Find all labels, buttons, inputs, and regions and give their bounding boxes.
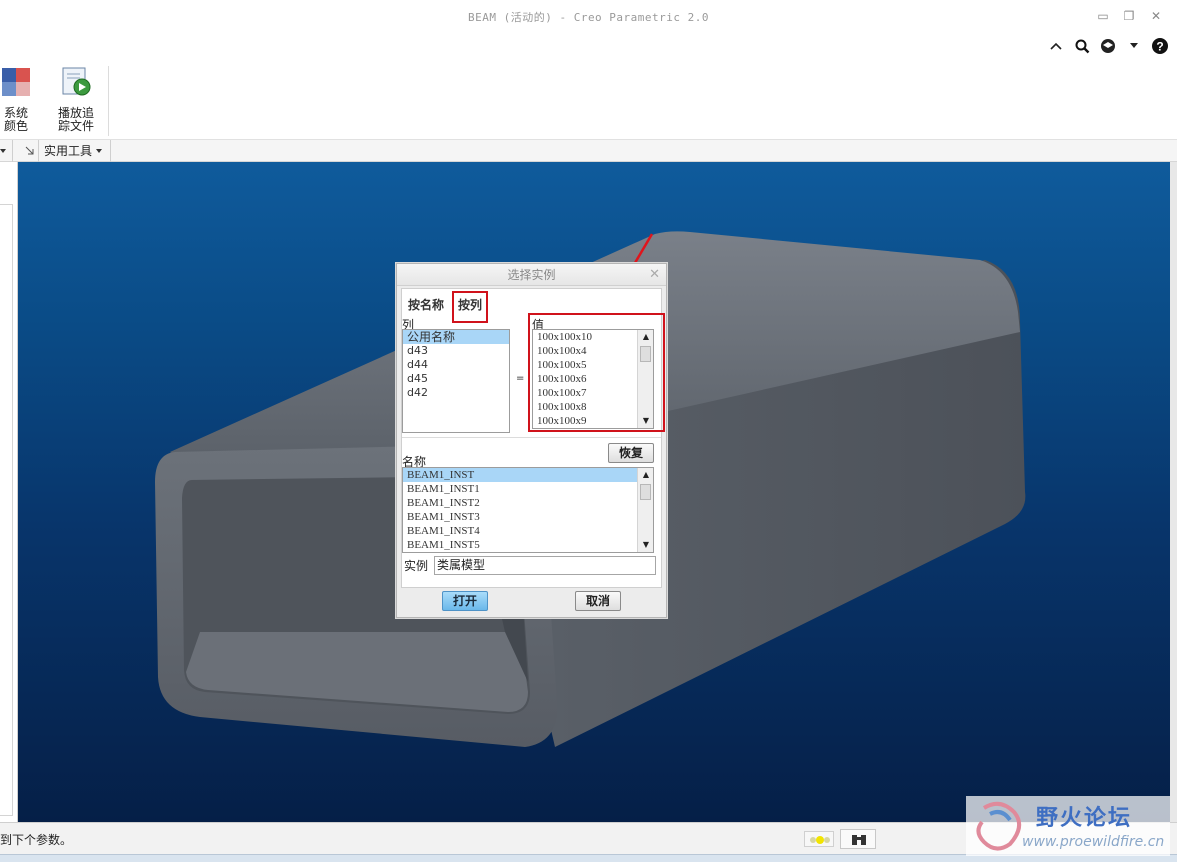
list-item[interactable]: BEAM1_INST3 [403,510,653,524]
group-dropdown-icon[interactable] [0,140,8,162]
list-item[interactable]: 100x100x4 [533,344,653,358]
ribbon: 系统 颜色 播放追 踪文件 [0,60,1177,140]
system-colors-icon [0,66,34,101]
collapse-ribbon-icon[interactable] [1047,37,1065,55]
section-divider [402,437,661,438]
tab-by-column[interactable]: 按列 [452,291,489,323]
right-scrollbar[interactable] [1170,162,1177,822]
scroll-up-icon[interactable]: ▲ [641,470,651,480]
play-trail-file-button[interactable]: 播放追 踪文件 [54,66,98,133]
window-title: BEAM (活动的) - Creo Parametric 2.0 [467,11,710,24]
list-item[interactable]: 100x100x9 [533,414,653,428]
close-window-button[interactable]: ✕ [1146,8,1166,24]
watermark-url: www.proewildfire.cn [1022,834,1165,850]
svg-text:?: ? [1156,40,1163,54]
restore-button[interactable]: ❐ [1119,8,1139,24]
dialog-launcher-icon[interactable] [25,140,35,162]
help-icon[interactable]: ? [1151,37,1169,55]
scroll-thumb[interactable] [640,484,651,500]
list-item[interactable]: BEAM1_INST5 [403,538,653,552]
utilities-dropdown-icon[interactable] [96,140,104,162]
status-lights-icon [804,831,834,847]
names-scrollbar[interactable]: ▲ ▼ [637,468,653,552]
equals-sign: = [516,373,525,384]
status-message: 到下个参数。 [0,833,73,847]
list-item[interactable]: d43 [403,344,509,358]
values-list[interactable]: 100x100x10 100x100x4 100x100x5 100x100x6… [532,329,654,429]
dropdown-icon[interactable] [1125,37,1143,55]
quick-access-icons: ? [1047,36,1169,56]
play-trail-file-label: 播放追 踪文件 [57,106,94,133]
group-separator-3 [110,140,111,162]
instance-field[interactable]: 类属模型 [434,556,656,575]
minimize-button[interactable]: ▭ [1093,8,1113,24]
title-bar: BEAM (活动的) - Creo Parametric 2.0 ▭ ❐ ✕ [0,0,1177,34]
play-trail-file-icon [58,66,94,101]
columns-list[interactable]: 公用名称 d43 d44 d45 d42 [402,329,510,433]
help-center-icon[interactable] [1099,37,1117,55]
tab-by-name[interactable]: 按名称 [404,294,448,316]
names-list[interactable]: BEAM1_INST BEAM1_INST1 BEAM1_INST2 BEAM1… [402,467,654,553]
restore-button[interactable]: 恢复 [608,443,654,463]
dialog-title: 选择实例 ✕ [397,264,666,286]
model-tree-pane[interactable] [0,162,18,822]
list-item[interactable]: 100x100x7 [533,386,653,400]
list-item[interactable]: d42 [403,386,509,400]
cancel-button[interactable]: 取消 [575,591,621,611]
scroll-up-icon[interactable]: ▲ [641,332,651,342]
system-colors-label: 系统 颜色 [3,106,28,133]
scroll-down-icon[interactable]: ▼ [641,540,651,550]
list-item[interactable]: d44 [403,358,509,372]
list-item[interactable]: BEAM1_INST2 [403,496,653,510]
list-item[interactable]: 100x100x10 [533,330,653,344]
search-icon[interactable] [1073,37,1091,55]
list-item[interactable]: 100x100x8 [533,400,653,414]
instance-label: 实例 [404,559,429,573]
dialog-title-text: 选择实例 [507,268,556,282]
dialog-body: 按名称 按列 列 公用名称 d43 d44 d45 d42 = 值 100x10… [401,288,665,588]
model-tree-panel [0,204,13,816]
utilities-group-label[interactable]: 实用工具 [44,140,92,162]
list-item[interactable]: BEAM1_INST [403,468,653,482]
ribbon-group-bar: 实用工具 [0,140,1177,162]
close-icon[interactable]: ✕ [649,267,660,283]
list-item[interactable]: 公用名称 [403,330,509,344]
watermark-title: 野火论坛 [1036,806,1133,831]
open-button[interactable]: 打开 [442,591,488,611]
list-item[interactable]: d45 [403,372,509,386]
select-instance-dialog: 选择实例 ✕ 按名称 按列 列 公用名称 d43 d44 d45 d42 = 值… [396,263,667,618]
group-separator [12,140,13,162]
list-item[interactable]: 100x100x5 [533,358,653,372]
system-colors-button[interactable]: 系统 颜色 [0,66,36,133]
list-item[interactable]: BEAM1_INST1 [403,482,653,496]
find-icon[interactable] [840,829,876,849]
values-scrollbar[interactable]: ▲ ▼ [637,330,653,428]
watermark: 野火论坛 www.proewildfire.cn [966,796,1170,856]
list-item[interactable]: 100x100x6 [533,372,653,386]
scroll-thumb[interactable] [640,346,651,362]
ribbon-separator [108,66,109,136]
group-separator-2 [38,140,39,162]
list-item[interactable]: BEAM1_INST4 [403,524,653,538]
scroll-down-icon[interactable]: ▼ [641,416,651,426]
